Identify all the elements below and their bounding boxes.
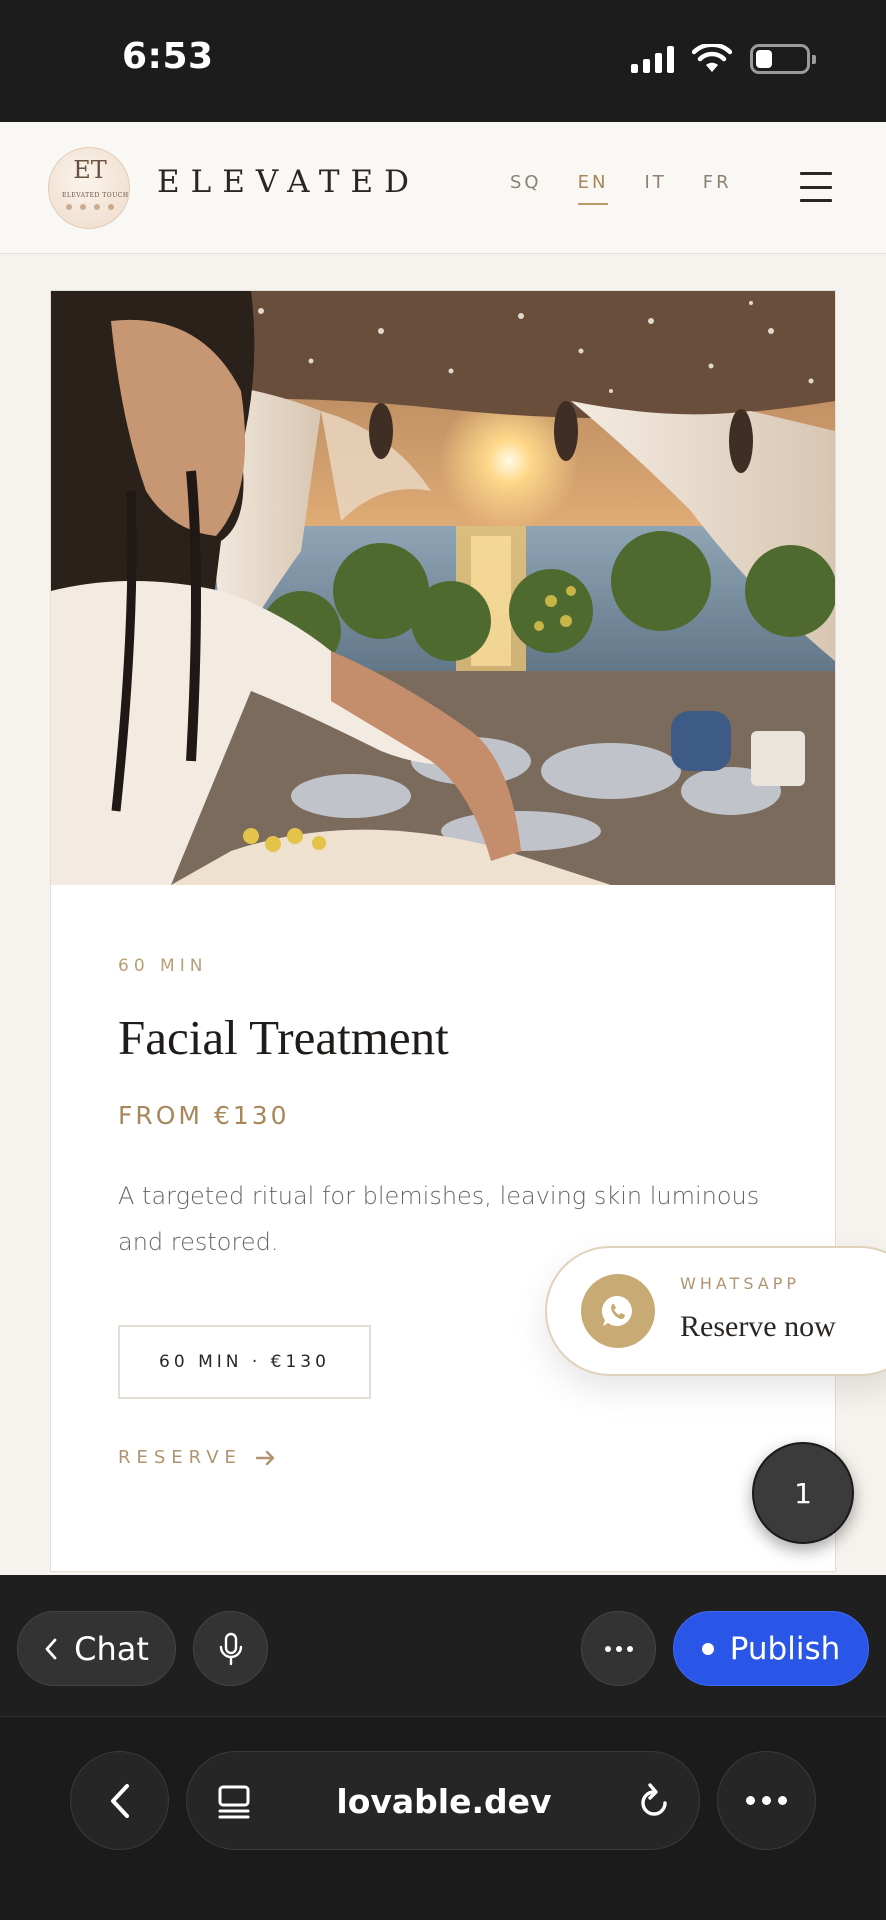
browser-more-button[interactable] [717,1751,816,1850]
battery-icon [750,44,816,74]
floating-count-badge[interactable]: 1 [752,1442,854,1544]
whatsapp-icon [581,1274,655,1348]
webpage-viewport: ET ELEVATED TOUCH ELEVATED SQ EN IT FR 6… [0,122,886,1575]
logo-monogram: ET [73,156,107,184]
site-logo[interactable]: ET ELEVATED TOUCH [48,147,130,229]
publish-label: Publish [729,1630,841,1667]
lang-fr[interactable]: FR [703,172,732,205]
app-toolbar: Chat Publish [0,1575,886,1717]
publish-button[interactable]: Publish [673,1611,869,1686]
service-price: FROM €130 [118,1101,290,1130]
wifi-icon [692,44,732,72]
status-icons [631,42,816,76]
microphone-button[interactable] [193,1611,268,1686]
site-header: ET ELEVATED TOUCH ELEVATED SQ EN IT FR [0,122,886,254]
chat-button[interactable]: Chat [17,1611,176,1686]
url-text: lovable.dev [336,1782,552,1821]
arrow-right-icon [255,1450,275,1465]
lang-en[interactable]: EN [577,172,609,205]
reload-icon[interactable] [637,1782,671,1820]
reserve-link[interactable]: RESERVE [118,1447,276,1468]
chat-label: Chat [74,1629,149,1668]
publish-status-dot [701,1642,714,1655]
chevron-left-icon [45,1638,57,1659]
status-bar: 6:53 [0,0,886,122]
status-time: 6:53 [122,36,214,77]
logo-ornament [66,204,114,214]
service-card: 60 MIN Facial Treatment FROM €130 A targ… [50,290,836,1572]
whatsapp-reserve-button[interactable]: WHATSAPP Reserve now [545,1246,886,1376]
lang-sq[interactable]: SQ [510,172,542,205]
language-switcher: SQ EN IT FR [510,172,732,205]
logo-subtitle: ELEVATED TOUCH [62,192,129,199]
cellular-signal-icon [631,45,674,73]
service-title: Facial Treatment [118,1010,449,1065]
microphone-icon [219,1632,242,1665]
address-bar[interactable]: lovable.dev [186,1751,700,1850]
duration-price-option[interactable]: 60 MIN · €130 [118,1325,371,1399]
service-image [51,291,835,885]
whatsapp-cta: Reserve now [680,1310,836,1343]
browser-back-button[interactable] [70,1751,169,1850]
service-duration: 60 MIN [118,956,208,976]
battery-fill [756,50,772,68]
hamburger-menu-icon[interactable] [800,172,832,202]
brand-name[interactable]: ELEVATED [157,164,420,200]
whatsapp-label: WHATSAPP [680,1274,801,1293]
reserve-label: RESERVE [118,1447,242,1468]
browser-bar: lovable.dev [0,1717,886,1920]
more-options-button[interactable] [581,1611,656,1686]
chevron-left-icon [110,1783,129,1818]
lang-it[interactable]: IT [644,172,666,205]
